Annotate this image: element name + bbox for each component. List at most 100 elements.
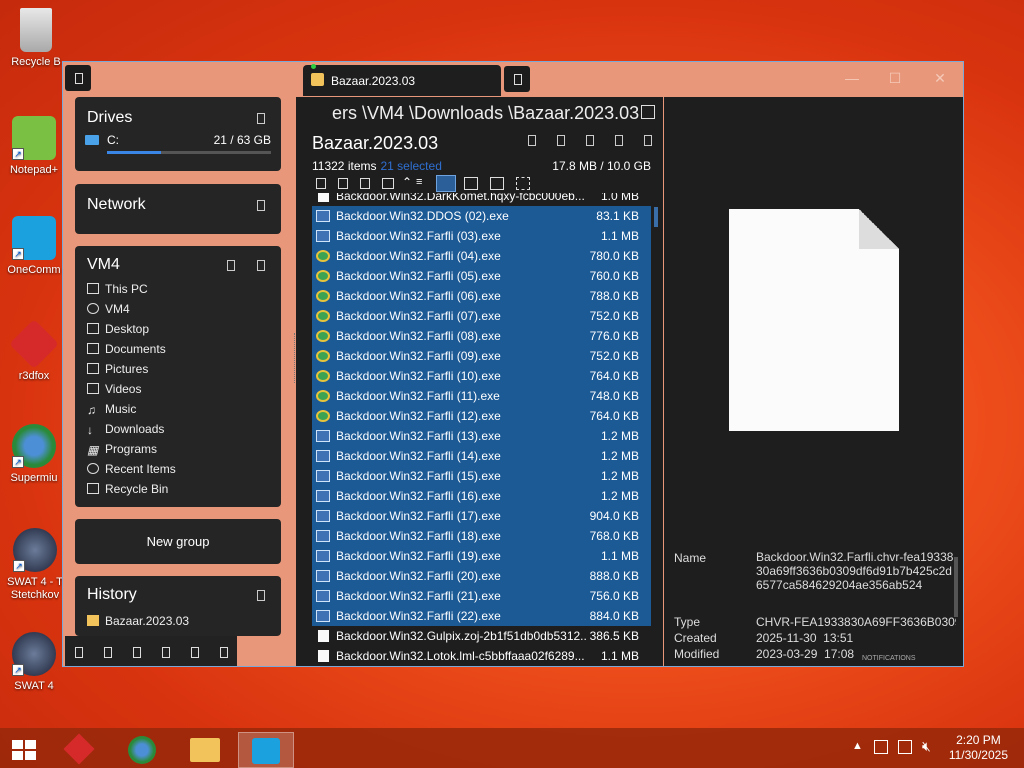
sidebar-toggle-button[interactable] <box>65 65 91 91</box>
file-row[interactable]: Backdoor.Win32.Farfli (05).exe 760.0 KB <box>312 266 651 286</box>
sidebar-item-desktop[interactable]: Desktop <box>87 319 149 339</box>
file-row[interactable]: Backdoor.Win32.Farfli (15).exe 1.2 MB <box>312 466 651 486</box>
new-group-button[interactable]: New group <box>75 519 281 564</box>
sidebar-item-downloads[interactable]: ↓ Downloads <box>87 419 164 439</box>
desktop-icon-recycle-bin[interactable]: Recycle B <box>6 8 66 68</box>
details-view-icon[interactable] <box>436 175 456 192</box>
file-row[interactable]: Backdoor.Win32.Farfli (04).exe 780.0 KB <box>312 246 651 266</box>
sidebar-item-documents[interactable]: Documents <box>87 339 166 359</box>
folder-up-icon[interactable] <box>382 178 394 189</box>
toolbar-button[interactable] <box>212 641 234 663</box>
sidebar-item-music[interactable]: ♫ Music <box>87 399 136 419</box>
new-tab-button[interactable] <box>504 66 530 92</box>
file-name: Backdoor.Win32.Farfli (09).exe <box>336 349 501 363</box>
toolbar-button[interactable] <box>96 641 118 663</box>
drive-label: C: <box>107 133 119 147</box>
file-row[interactable]: Backdoor.Win32.Farfli (17).exe 904.0 KB <box>312 506 651 526</box>
minimize-button[interactable]: — <box>837 70 867 86</box>
file-list-pane: ers \VM4 \Downloads \Bazaar.2023.03 Baza… <box>294 97 663 666</box>
file-row[interactable]: Backdoor.Win32.Farfli (12).exe 764.0 KB <box>312 406 651 426</box>
taskbar-r3dfox[interactable] <box>54 732 110 768</box>
file-row[interactable]: Backdoor.Win32.Farfli (11).exe 748.0 KB <box>312 386 651 406</box>
history-menu-button[interactable] <box>257 590 265 601</box>
desktop-icon-supermium[interactable]: ↗ Supermiu <box>4 424 64 484</box>
file-row[interactable]: Backdoor.Win32.Lotok.lml-c5bbffaaa02f628… <box>312 646 651 666</box>
sort-icon[interactable]: ≡ <box>416 176 422 188</box>
sidebar-item-recent-items[interactable]: Recent Items <box>87 459 176 479</box>
toolbar-button[interactable] <box>67 641 89 663</box>
file-row[interactable]: Backdoor.Win32.Farfli (10).exe 764.0 KB <box>312 366 651 386</box>
pane-action-button[interactable] <box>586 135 594 146</box>
file-row[interactable]: Backdoor.Win32.Farfli (07).exe 752.0 KB <box>312 306 651 326</box>
tray-chevron-up-icon[interactable]: ▲ <box>852 740 863 752</box>
file-row[interactable]: Backdoor.Win32.Farfli (03).exe 1.1 MB <box>312 226 651 246</box>
list-view-icon[interactable] <box>464 177 478 190</box>
grid-view-icon[interactable] <box>516 177 530 190</box>
taskbar-file-explorer[interactable] <box>178 732 234 768</box>
file-row[interactable]: Backdoor.Win32.Farfli (20).exe 888.0 KB <box>312 566 651 586</box>
file-row[interactable]: Backdoor.Win32.Farfli (16).exe 1.2 MB <box>312 486 651 506</box>
pane-action-button[interactable] <box>644 135 652 146</box>
file-row[interactable]: Backdoor.Win32.Farfli (08).exe 776.0 KB <box>312 326 651 346</box>
pane-action-button[interactable] <box>528 135 536 146</box>
pane-action-button[interactable] <box>615 135 623 146</box>
size-info: 17.8 MB / 10.0 GB <box>552 159 651 173</box>
resize-handle-icon[interactable] <box>294 333 298 383</box>
pane-action-button[interactable] <box>557 135 565 146</box>
taskbar-supermium[interactable] <box>116 732 172 768</box>
title-bar[interactable]: Bazaar.2023.03 — ☐ ✕ <box>63 62 963 96</box>
file-row[interactable]: Backdoor.Win32.Farfli (09).exe 752.0 KB <box>312 346 651 366</box>
file-row[interactable]: Backdoor.Win32.DDOS (02).exe 83.1 KB <box>312 206 651 226</box>
tiles-view-icon[interactable] <box>490 177 504 190</box>
vm4-pin-button[interactable] <box>227 260 235 271</box>
action-center-flag-icon[interactable] <box>874 740 888 754</box>
file-row[interactable]: Backdoor.Win32.Farfli (06).exe 788.0 KB <box>312 286 651 306</box>
drives-menu-button[interactable] <box>257 113 265 124</box>
close-button[interactable]: ✕ <box>925 70 955 87</box>
desktop-icon-swat4-stetchkov[interactable]: ↗ SWAT 4 - T Stetchkov <box>2 528 68 602</box>
drive-c[interactable]: C: 21 / 63 GB <box>85 133 271 155</box>
toolbar-button[interactable] <box>125 641 147 663</box>
file-row[interactable]: Backdoor.Win32.Farfli (13).exe 1.2 MB <box>312 426 651 446</box>
paste-icon[interactable] <box>360 178 370 189</box>
taskbar-onecomm[interactable] <box>238 732 294 768</box>
network-icon[interactable] <box>898 740 912 754</box>
toolbar-button[interactable] <box>183 641 205 663</box>
sidebar-item-vm4[interactable]: VM4 <box>87 299 130 319</box>
desktop-icon-swat4[interactable]: ↗ SWAT 4 <box>4 632 64 692</box>
file-row[interactable]: Backdoor.Win32.Farfli (14).exe 1.2 MB <box>312 446 651 466</box>
preview-scrollbar[interactable] <box>954 557 958 617</box>
file-row[interactable]: Backdoor.Win32.Farfli (19).exe 1.1 MB <box>312 546 651 566</box>
sidebar-item-pictures[interactable]: Pictures <box>87 359 148 379</box>
volume-icon[interactable]: 🔇︎ <box>922 738 931 755</box>
scrollbar[interactable] <box>654 207 658 227</box>
start-button[interactable] <box>0 732 46 768</box>
sidebar-item-videos[interactable]: Videos <box>87 379 141 399</box>
desktop-icon-onecomm[interactable]: ↗ OneComm <box>4 216 64 276</box>
file-size: 752.0 KB <box>589 309 639 323</box>
network-menu-button[interactable] <box>257 200 265 211</box>
file-row[interactable]: Backdoor.Win32.Farfli (21).exe 756.0 KB <box>312 586 651 606</box>
maximize-button[interactable]: ☐ <box>880 70 910 87</box>
chevron-up-icon[interactable]: ⌃ <box>402 175 412 189</box>
file-row[interactable]: Backdoor.Win32.Gulpix.zoj-2b1f51db0db531… <box>312 626 651 646</box>
network-panel[interactable]: Network <box>75 184 281 234</box>
file-row[interactable]: Backdoor.Win32.Farfli (18).exe 768.0 KB <box>312 526 651 546</box>
new-file-icon[interactable] <box>316 178 326 189</box>
breadcrumb[interactable]: ers \VM4 \Downloads \Bazaar.2023.03 <box>332 103 672 124</box>
notifications-label[interactable]: NOTIFICATIONS <box>862 655 916 662</box>
history-item[interactable]: Bazaar.2023.03 <box>87 611 189 631</box>
view-toggle-icon[interactable] <box>641 105 655 119</box>
sidebar-item-this-pc[interactable]: This PC <box>87 279 148 299</box>
vm4-menu-button[interactable] <box>257 260 265 271</box>
copy-icon[interactable] <box>338 178 348 189</box>
desktop-icon-r3dfox[interactable]: r3dfox <box>4 319 64 382</box>
file-row[interactable]: Backdoor.Win32.DarkKomet.hqxy-fcbc000eb.… <box>312 193 651 206</box>
toolbar-button[interactable] <box>154 641 176 663</box>
file-row[interactable]: Backdoor.Win32.Farfli (22).exe 884.0 KB <box>312 606 651 626</box>
sidebar-item-recycle-bin[interactable]: Recycle Bin <box>87 479 168 499</box>
tab-bazaar[interactable]: Bazaar.2023.03 <box>303 64 501 96</box>
sidebar-item-programs[interactable]: ▦ Programs <box>87 439 157 459</box>
clock[interactable]: 2:20 PM 11/30/2025 <box>949 733 1008 763</box>
desktop-icon-notepad[interactable]: ↗ Notepad+ <box>4 116 64 176</box>
